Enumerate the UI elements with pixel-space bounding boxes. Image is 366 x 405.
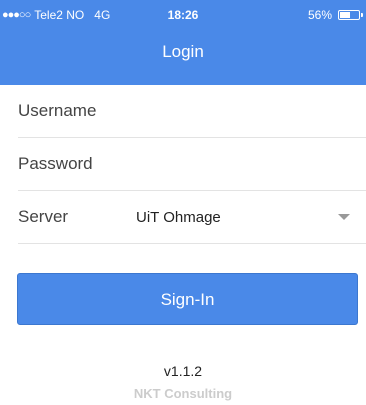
app-header: ●●●○○ Tele2 NO 4G 18:26 56% Login — [0, 0, 366, 85]
app-version: v1.1.2 — [163, 363, 203, 379]
carrier-name: Tele2 NO — [34, 8, 85, 22]
page-title: Login — [162, 42, 204, 61]
username-field[interactable] — [18, 101, 338, 121]
status-bar: ●●●○○ Tele2 NO 4G 18:26 56% — [0, 0, 366, 30]
chevron-down-icon — [338, 214, 350, 220]
login-form: Server UiT Ohmage — [0, 85, 366, 244]
status-time: 18:26 — [167, 8, 199, 22]
password-row — [18, 138, 366, 191]
battery-fill — [340, 12, 350, 18]
network-type: 4G — [94, 8, 111, 22]
status-right: 56% — [307, 8, 363, 22]
battery-icon — [338, 10, 363, 20]
username-row — [18, 85, 366, 138]
server-select[interactable]: Server UiT Ohmage — [18, 191, 366, 244]
password-field[interactable] — [18, 154, 338, 174]
status-left: ●●●○○ Tele2 NO 4G — [2, 8, 110, 22]
server-label: Server — [18, 207, 69, 226]
signal-dots-icon: ●●●○○ — [2, 9, 31, 21]
battery-percent: 56% — [307, 8, 332, 22]
server-value: UiT Ohmage — [136, 208, 221, 226]
sign-in-button[interactable]: Sign-In — [17, 273, 358, 325]
company-name: NKT Consulting — [133, 386, 233, 401]
